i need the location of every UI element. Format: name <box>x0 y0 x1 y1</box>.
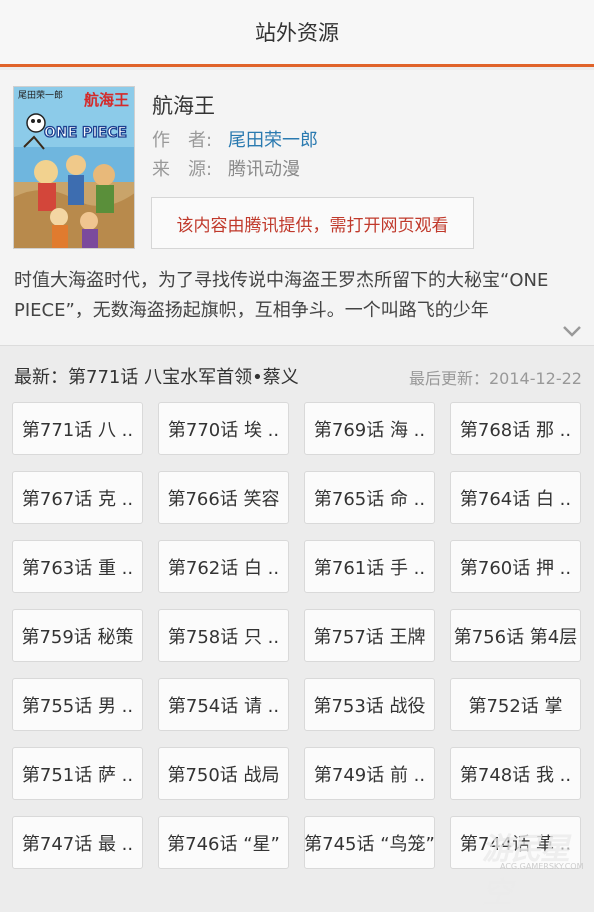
episode-button[interactable]: 第753话 战役 <box>304 678 435 731</box>
episode-button[interactable]: 第754话 请 .. <box>158 678 289 731</box>
episode-button[interactable]: 第749话 前 .. <box>304 747 435 800</box>
description-text: 时值大海盗时代，为了寻找传说中海盗王罗杰所留下的大秘宝“ONE PIECE”，无… <box>14 270 549 321</box>
episode-button[interactable]: 第755话 男 .. <box>12 678 143 731</box>
episode-button[interactable]: 第744话 革 .. <box>450 816 581 869</box>
episode-button[interactable]: 第770话 埃 .. <box>158 402 289 455</box>
open-web-notice-button[interactable]: 该内容由腾讯提供，需打开网页观看 <box>151 197 474 249</box>
description-section[interactable]: 时值大海盗时代，为了寻找传说中海盗王罗杰所留下的大秘宝“ONE PIECE”，无… <box>0 260 594 346</box>
episode-button[interactable]: 第766话 笑容 <box>158 471 289 524</box>
episode-button[interactable]: 第761话 手 .. <box>304 540 435 593</box>
author-link[interactable]: 尾田荣一郎 <box>228 130 318 151</box>
book-info: 尾田荣一郎 航海王 ONE PIECE 航海王 作 者: 尾田荣一郎 来 源: 腾讯… <box>0 70 594 260</box>
episode-button[interactable]: 第746话 “星” <box>158 816 289 869</box>
episode-button[interactable]: 第750话 战局 <box>158 747 289 800</box>
episode-button[interactable]: 第752话 掌 <box>450 678 581 731</box>
cover-image[interactable]: 尾田荣一郎 航海王 ONE PIECE <box>13 86 135 249</box>
episode-button[interactable]: 第758话 只 .. <box>158 609 289 662</box>
episode-button[interactable]: 第751话 萨 .. <box>12 747 143 800</box>
episode-button[interactable]: 第760话 押 .. <box>450 540 581 593</box>
episode-button[interactable]: 第769话 海 .. <box>304 402 435 455</box>
cover-art: 尾田荣一郎 航海王 ONE PIECE <box>14 87 134 248</box>
last-updated: 最后更新：2014-12-22 <box>409 369 582 388</box>
author-row: 作 者: 尾田荣一郎 <box>152 126 318 152</box>
episode-button[interactable]: 第764话 白 .. <box>450 471 581 524</box>
episode-button[interactable]: 第767话 克 .. <box>12 471 143 524</box>
chevron-down-icon[interactable] <box>562 324 582 338</box>
episode-button[interactable]: 第757话 王牌 <box>304 609 435 662</box>
source-label: 来 源: <box>152 159 213 180</box>
episode-button[interactable]: 第768话 那 .. <box>450 402 581 455</box>
source-row: 来 源: 腾讯动漫 <box>152 155 300 181</box>
episode-button[interactable]: 第745话 “鸟笼” <box>304 816 435 869</box>
episode-button[interactable]: 第747话 最 .. <box>12 816 143 869</box>
episode-button[interactable]: 第748话 我 .. <box>450 747 581 800</box>
episode-button[interactable]: 第763话 重 .. <box>12 540 143 593</box>
cover-title: 航海王 <box>84 91 129 109</box>
episode-button[interactable]: 第765话 命 .. <box>304 471 435 524</box>
cover-logo: ONE PIECE <box>44 125 127 141</box>
episode-button[interactable]: 第759话 秘策 <box>12 609 143 662</box>
source-value: 腾讯动漫 <box>228 159 300 180</box>
app-header: 站外资源 <box>0 0 594 67</box>
author-label: 作 者: <box>152 130 213 151</box>
episode-button[interactable]: 第762话 白 .. <box>158 540 289 593</box>
cover-author: 尾田荣一郎 <box>18 89 63 101</box>
episode-button[interactable]: 第756话 第4层 <box>450 609 581 662</box>
episode-button[interactable]: 第771话 八 .. <box>12 402 143 455</box>
latest-episode: 最新：第771话 八宝水军首领•蔡义 <box>14 367 299 388</box>
book-title: 航海王 <box>152 94 215 118</box>
page-title: 站外资源 <box>255 21 339 45</box>
latest-bar: 最新：第771话 八宝水军首领•蔡义 最后更新：2014-12-22 <box>0 355 594 395</box>
